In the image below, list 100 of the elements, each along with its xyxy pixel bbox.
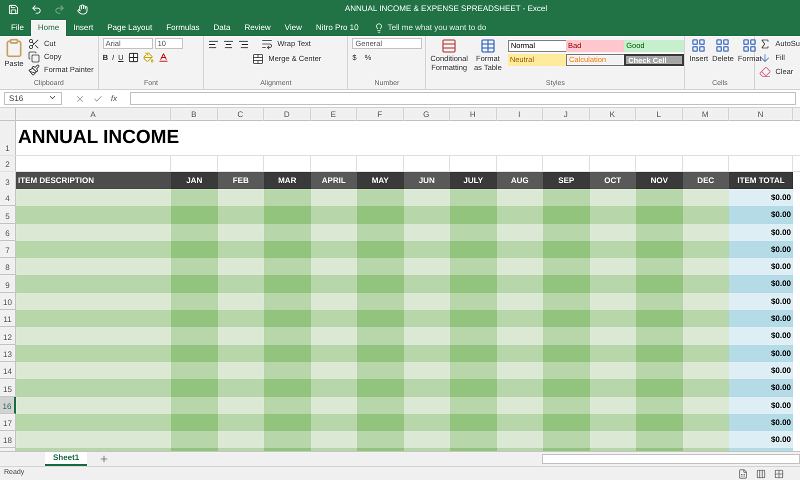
ribbon-tab[interactable]: Home xyxy=(30,20,66,36)
data-cell[interactable] xyxy=(636,292,682,310)
ribbon-tab[interactable]: View xyxy=(278,20,309,36)
total-cell[interactable]: $0.00 xyxy=(729,327,793,345)
data-cell[interactable] xyxy=(16,414,171,432)
data-cell[interactable] xyxy=(218,224,264,241)
total-cell[interactable]: $0.00 xyxy=(729,258,793,276)
data-cell[interactable] xyxy=(218,310,264,328)
data-cell[interactable] xyxy=(496,379,543,397)
data-cell[interactable] xyxy=(590,379,636,397)
data-cell[interactable] xyxy=(682,344,729,362)
data-cell[interactable] xyxy=(543,414,590,432)
ribbon-tab[interactable]: Formulas xyxy=(159,20,207,36)
data-cell[interactable] xyxy=(636,431,682,448)
data-cell[interactable] xyxy=(404,414,450,432)
data-cell[interactable] xyxy=(450,362,496,380)
data-cell[interactable] xyxy=(357,240,404,258)
data-cell[interactable] xyxy=(264,258,310,276)
data-cell[interactable] xyxy=(404,379,450,397)
data-cell[interactable] xyxy=(682,240,729,258)
data-cell[interactable] xyxy=(590,414,636,432)
data-cell[interactable] xyxy=(171,224,218,241)
data-cell[interactable] xyxy=(636,310,682,328)
row-header[interactable]: 18 xyxy=(0,431,16,448)
data-cell[interactable] xyxy=(404,292,450,310)
data-cell[interactable] xyxy=(590,431,636,448)
data-cell[interactable] xyxy=(404,362,450,380)
fill-color-icon[interactable] xyxy=(142,52,154,64)
data-cell[interactable] xyxy=(218,379,264,397)
data-cell[interactable] xyxy=(404,344,450,362)
total-cell[interactable]: $0.00 xyxy=(729,344,793,362)
data-cell[interactable] xyxy=(357,292,404,310)
data-cell[interactable] xyxy=(543,224,590,241)
data-cell[interactable] xyxy=(357,327,404,345)
data-cell[interactable] xyxy=(404,431,450,448)
row-header[interactable]: 8 xyxy=(0,258,16,276)
data-cell[interactable] xyxy=(450,431,496,448)
data-cell[interactable] xyxy=(357,189,404,206)
data-cell[interactable] xyxy=(357,344,404,362)
data-cell[interactable] xyxy=(636,240,682,258)
data-cell[interactable] xyxy=(357,414,404,432)
ribbon-tab[interactable]: File xyxy=(4,20,31,36)
data-cell[interactable] xyxy=(543,396,590,414)
row-header[interactable]: 11 xyxy=(0,310,16,328)
data-cell[interactable] xyxy=(590,344,636,362)
undo-icon[interactable] xyxy=(31,4,42,14)
data-cell[interactable] xyxy=(543,344,590,362)
data-cell[interactable] xyxy=(171,396,218,414)
data-cell[interactable] xyxy=(16,275,171,293)
data-cell[interactable] xyxy=(543,240,590,258)
data-cell[interactable] xyxy=(496,224,543,241)
data-cell[interactable] xyxy=(16,431,171,448)
data-cell[interactable] xyxy=(496,310,543,328)
data-cell[interactable] xyxy=(357,258,404,276)
data-cell[interactable] xyxy=(310,240,357,258)
data-cell[interactable] xyxy=(264,310,310,328)
horizontal-scrollbar[interactable] xyxy=(542,454,800,464)
data-cell[interactable] xyxy=(404,189,450,206)
row-header[interactable]: 1 xyxy=(0,121,16,155)
data-cell[interactable] xyxy=(218,258,264,276)
data-cell[interactable] xyxy=(404,206,450,224)
row-header[interactable]: 9 xyxy=(0,275,16,293)
data-cell[interactable] xyxy=(404,240,450,258)
data-cell[interactable] xyxy=(496,275,543,293)
sheet-tab[interactable]: Sheet1 xyxy=(45,452,88,466)
data-cell[interactable] xyxy=(543,362,590,380)
total-cell[interactable]: $0.00 xyxy=(729,379,793,397)
add-sheet-icon[interactable] xyxy=(99,454,110,464)
row-header[interactable]: 15 xyxy=(0,379,16,397)
data-cell[interactable] xyxy=(496,240,543,258)
row-header[interactable]: 3 xyxy=(0,172,16,189)
data-cell[interactable] xyxy=(310,224,357,241)
data-cell[interactable] xyxy=(171,310,218,328)
data-cell[interactable] xyxy=(636,362,682,380)
row-header[interactable]: 4 xyxy=(0,189,16,206)
data-cell[interactable] xyxy=(310,344,357,362)
enter-icon[interactable] xyxy=(92,94,103,104)
data-cell[interactable] xyxy=(16,189,171,206)
column-header[interactable]: E xyxy=(310,108,357,121)
data-cell[interactable] xyxy=(218,292,264,310)
font-color-icon[interactable] xyxy=(158,52,169,64)
cancel-icon[interactable] xyxy=(74,94,85,104)
total-cell[interactable]: $0.00 xyxy=(729,396,793,414)
insert-function-button[interactable]: fx xyxy=(110,92,118,104)
data-cell[interactable] xyxy=(636,189,682,206)
total-cell[interactable]: $0.00 xyxy=(729,224,793,241)
data-cell[interactable] xyxy=(543,292,590,310)
data-cell[interactable] xyxy=(590,275,636,293)
data-cell[interactable] xyxy=(450,327,496,345)
align-center-icon[interactable] xyxy=(223,38,234,50)
data-cell[interactable] xyxy=(682,292,729,310)
data-cell[interactable] xyxy=(171,189,218,206)
data-cell[interactable] xyxy=(450,310,496,328)
data-cell[interactable] xyxy=(218,206,264,224)
data-cell[interactable] xyxy=(218,414,264,432)
data-cell[interactable] xyxy=(16,258,171,276)
data-cell[interactable] xyxy=(450,189,496,206)
data-cell[interactable] xyxy=(310,189,357,206)
data-cell[interactable] xyxy=(450,396,496,414)
data-cell[interactable] xyxy=(496,327,543,345)
